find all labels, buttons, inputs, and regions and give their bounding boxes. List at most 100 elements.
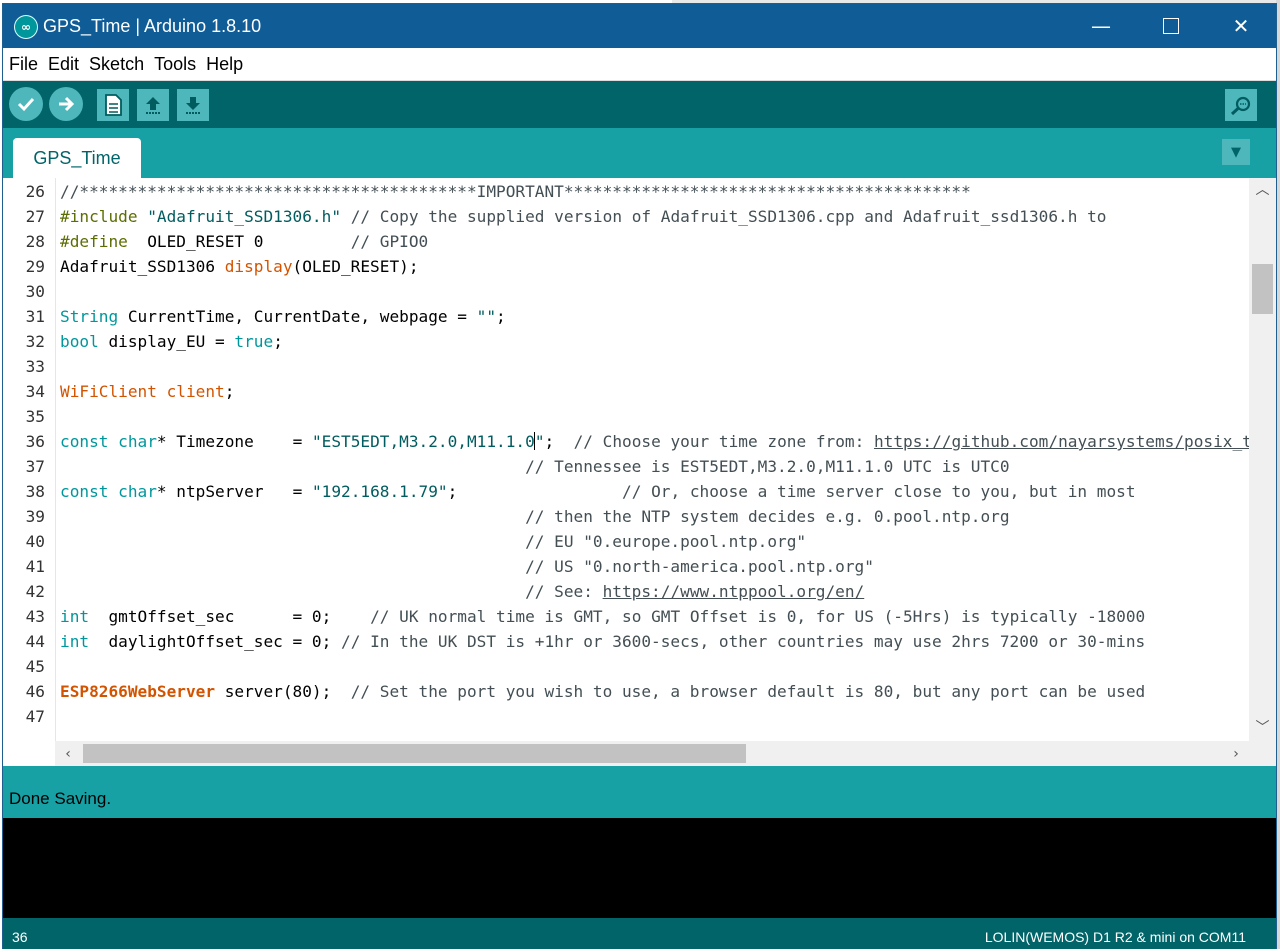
menu-file[interactable]: File <box>7 54 40 75</box>
save-sketch-button[interactable] <box>177 89 209 121</box>
close-button[interactable]: ✕ <box>1206 4 1276 48</box>
code-token: // Set the port you wish to use, a brows… <box>350 682 1146 701</box>
code-token: // See: <box>525 582 603 601</box>
line-number: 47 <box>25 707 45 726</box>
open-arrow-up-icon <box>146 97 160 114</box>
menu-sketch[interactable]: Sketch <box>87 54 146 75</box>
code-token: Adafruit_SSD1306 <box>60 257 225 276</box>
code-line[interactable]: 44 int daylightOffset_sec = 0; // In the … <box>3 629 1249 654</box>
maximize-button[interactable] <box>1136 4 1206 48</box>
code-line[interactable]: 28 #define OLED_RESET 0 // GPIO0 <box>3 229 1249 254</box>
menu-help[interactable]: Help <box>204 54 245 75</box>
code-line[interactable]: 36 const char* Timezone = "EST5EDT,M3.2.0… <box>3 429 1249 454</box>
new-sketch-button[interactable] <box>97 89 129 121</box>
code-token: // Copy the supplied version of Adafruit… <box>341 207 1107 226</box>
code-token: // Choose your time zone from: <box>573 432 874 451</box>
scroll-left-button[interactable]: ‹ <box>55 741 81 766</box>
footer-bar: 36 LOLIN(WEMOS) D1 R2 & mini on COM11 <box>3 918 1276 949</box>
code-link[interactable]: https://www.ntppool.org/en/ <box>603 582 865 601</box>
code-editor[interactable]: 26 //************************************… <box>3 178 1276 741</box>
scroll-down-button[interactable]: ﹀ <box>1249 716 1276 738</box>
code-line[interactable]: 46 ESP8266WebServer server(80); // Set th… <box>3 679 1249 704</box>
code-token: String <box>60 307 119 326</box>
code-text: // Tennessee is EST5EDT,M3.2.0,M11.1.0 U… <box>60 454 1009 479</box>
horizontal-scroll-thumb[interactable] <box>83 744 746 763</box>
title-bar: ∞ GPS_Time | Arduino 1.8.10 — ✕ <box>3 4 1276 48</box>
serial-monitor-button[interactable] <box>1225 89 1257 121</box>
code-text: //**************************************… <box>60 179 971 204</box>
minimize-button[interactable]: — <box>1066 4 1136 48</box>
code-text: Adafruit_SSD1306 display(OLED_RESET); <box>60 254 419 279</box>
code-token: //**************************************… <box>60 182 971 201</box>
code-text: // US "0.north-america.pool.ntp.org" <box>60 554 874 579</box>
code-line[interactable]: 38 const char* ntpServer = "192.168.1.79"… <box>3 479 1249 504</box>
verify-button[interactable] <box>9 87 43 121</box>
code-line[interactable]: 37 // Tennessee is EST5EDT,M3.2.0,M11.1.… <box>3 454 1249 479</box>
code-line[interactable]: 42 // See: https://www.ntppool.org/en/ <box>3 579 1249 604</box>
code-line[interactable]: 33 <box>3 354 1249 379</box>
code-line[interactable]: 40 // EU "0.europe.pool.ntp.org" <box>3 529 1249 554</box>
line-number: 30 <box>25 282 45 301</box>
code-text: const char* ntpServer = "192.168.1.79"; … <box>60 479 1136 504</box>
code-token: // GPIO0 <box>350 232 429 251</box>
code-line[interactable]: 29 Adafruit_SSD1306 display(OLED_RESET); <box>3 254 1249 279</box>
code-text: WiFiClient client; <box>60 379 234 404</box>
code-token: "Adafruit_SSD1306.h" <box>147 207 342 226</box>
code-line[interactable]: 30 <box>3 279 1249 304</box>
scrollbar-corner <box>1249 741 1276 766</box>
line-number: 35 <box>25 407 45 426</box>
tab-menu-button[interactable]: ▼ <box>1222 139 1250 165</box>
code-text: // then the NTP system decides e.g. 0.po… <box>60 504 1009 529</box>
arduino-logo-icon: ∞ <box>15 16 37 38</box>
line-number: 40 <box>25 532 45 551</box>
code-token: display <box>224 257 293 276</box>
code-token: // EU "0.europe.pool.ntp.org" <box>525 532 807 551</box>
code-text: int daylightOffset_sec = 0; // In the UK… <box>60 629 1145 654</box>
code-text: // See: https://www.ntppool.org/en/ <box>60 579 864 604</box>
code-link[interactable]: https://github.com/nayarsystems/posix_tz… <box>874 432 1249 451</box>
line-number: 27 <box>25 207 45 226</box>
code-line[interactable]: 41 // US "0.north-america.pool.ntp.org" <box>3 554 1249 579</box>
vertical-scrollbar[interactable]: ︿ ﹀ <box>1249 178 1276 741</box>
verify-icon <box>17 97 35 112</box>
tab-gps-time[interactable]: GPS_Time <box>13 138 141 178</box>
code-line[interactable]: 43 int gmtOffset_sec = 0; // UK normal ti… <box>3 604 1249 629</box>
code-line[interactable]: 34 WiFiClient client; <box>3 379 1249 404</box>
code-line[interactable]: 31 String CurrentTime, CurrentDate, webpa… <box>3 304 1249 329</box>
serial-monitor-icon <box>1230 96 1251 116</box>
upload-button[interactable] <box>49 87 83 121</box>
code-token: ; <box>447 482 623 501</box>
code-token: char <box>118 482 157 501</box>
code-line[interactable]: 39 // then the NTP system decides e.g. 0… <box>3 504 1249 529</box>
line-number: 42 <box>25 582 45 601</box>
open-sketch-button[interactable] <box>137 89 169 121</box>
code-line[interactable]: 35 <box>3 404 1249 429</box>
code-line[interactable]: 32 bool display_EU = true; <box>3 329 1249 354</box>
code-line[interactable]: 27 #include "Adafruit_SSD1306.h" // Copy … <box>3 204 1249 229</box>
line-number: 37 <box>25 457 45 476</box>
menu-tools[interactable]: Tools <box>152 54 198 75</box>
code-token: int <box>60 632 90 651</box>
scroll-right-button[interactable]: › <box>1223 741 1249 766</box>
code-line[interactable]: 47 <box>3 704 1249 729</box>
code-token: true <box>234 332 274 351</box>
output-console[interactable] <box>3 818 1276 918</box>
menu-edit[interactable]: Edit <box>46 54 81 75</box>
code-line[interactable]: 45 <box>3 654 1249 679</box>
horizontal-scrollbar[interactable]: ‹ › <box>55 741 1249 766</box>
code-token: // In the UK DST is +1hr or 3600-secs, o… <box>341 632 1146 651</box>
code-token: char <box>118 432 157 451</box>
code-lines[interactable]: 26 //************************************… <box>3 179 1249 729</box>
code-line[interactable]: 26 //************************************… <box>3 179 1249 204</box>
code-token: const <box>60 432 109 451</box>
vertical-scroll-thumb[interactable] <box>1252 264 1273 314</box>
scroll-up-button[interactable]: ︿ <box>1249 178 1276 200</box>
line-number: 34 <box>25 382 45 401</box>
code-text: String CurrentTime, CurrentDate, webpage… <box>60 304 506 329</box>
